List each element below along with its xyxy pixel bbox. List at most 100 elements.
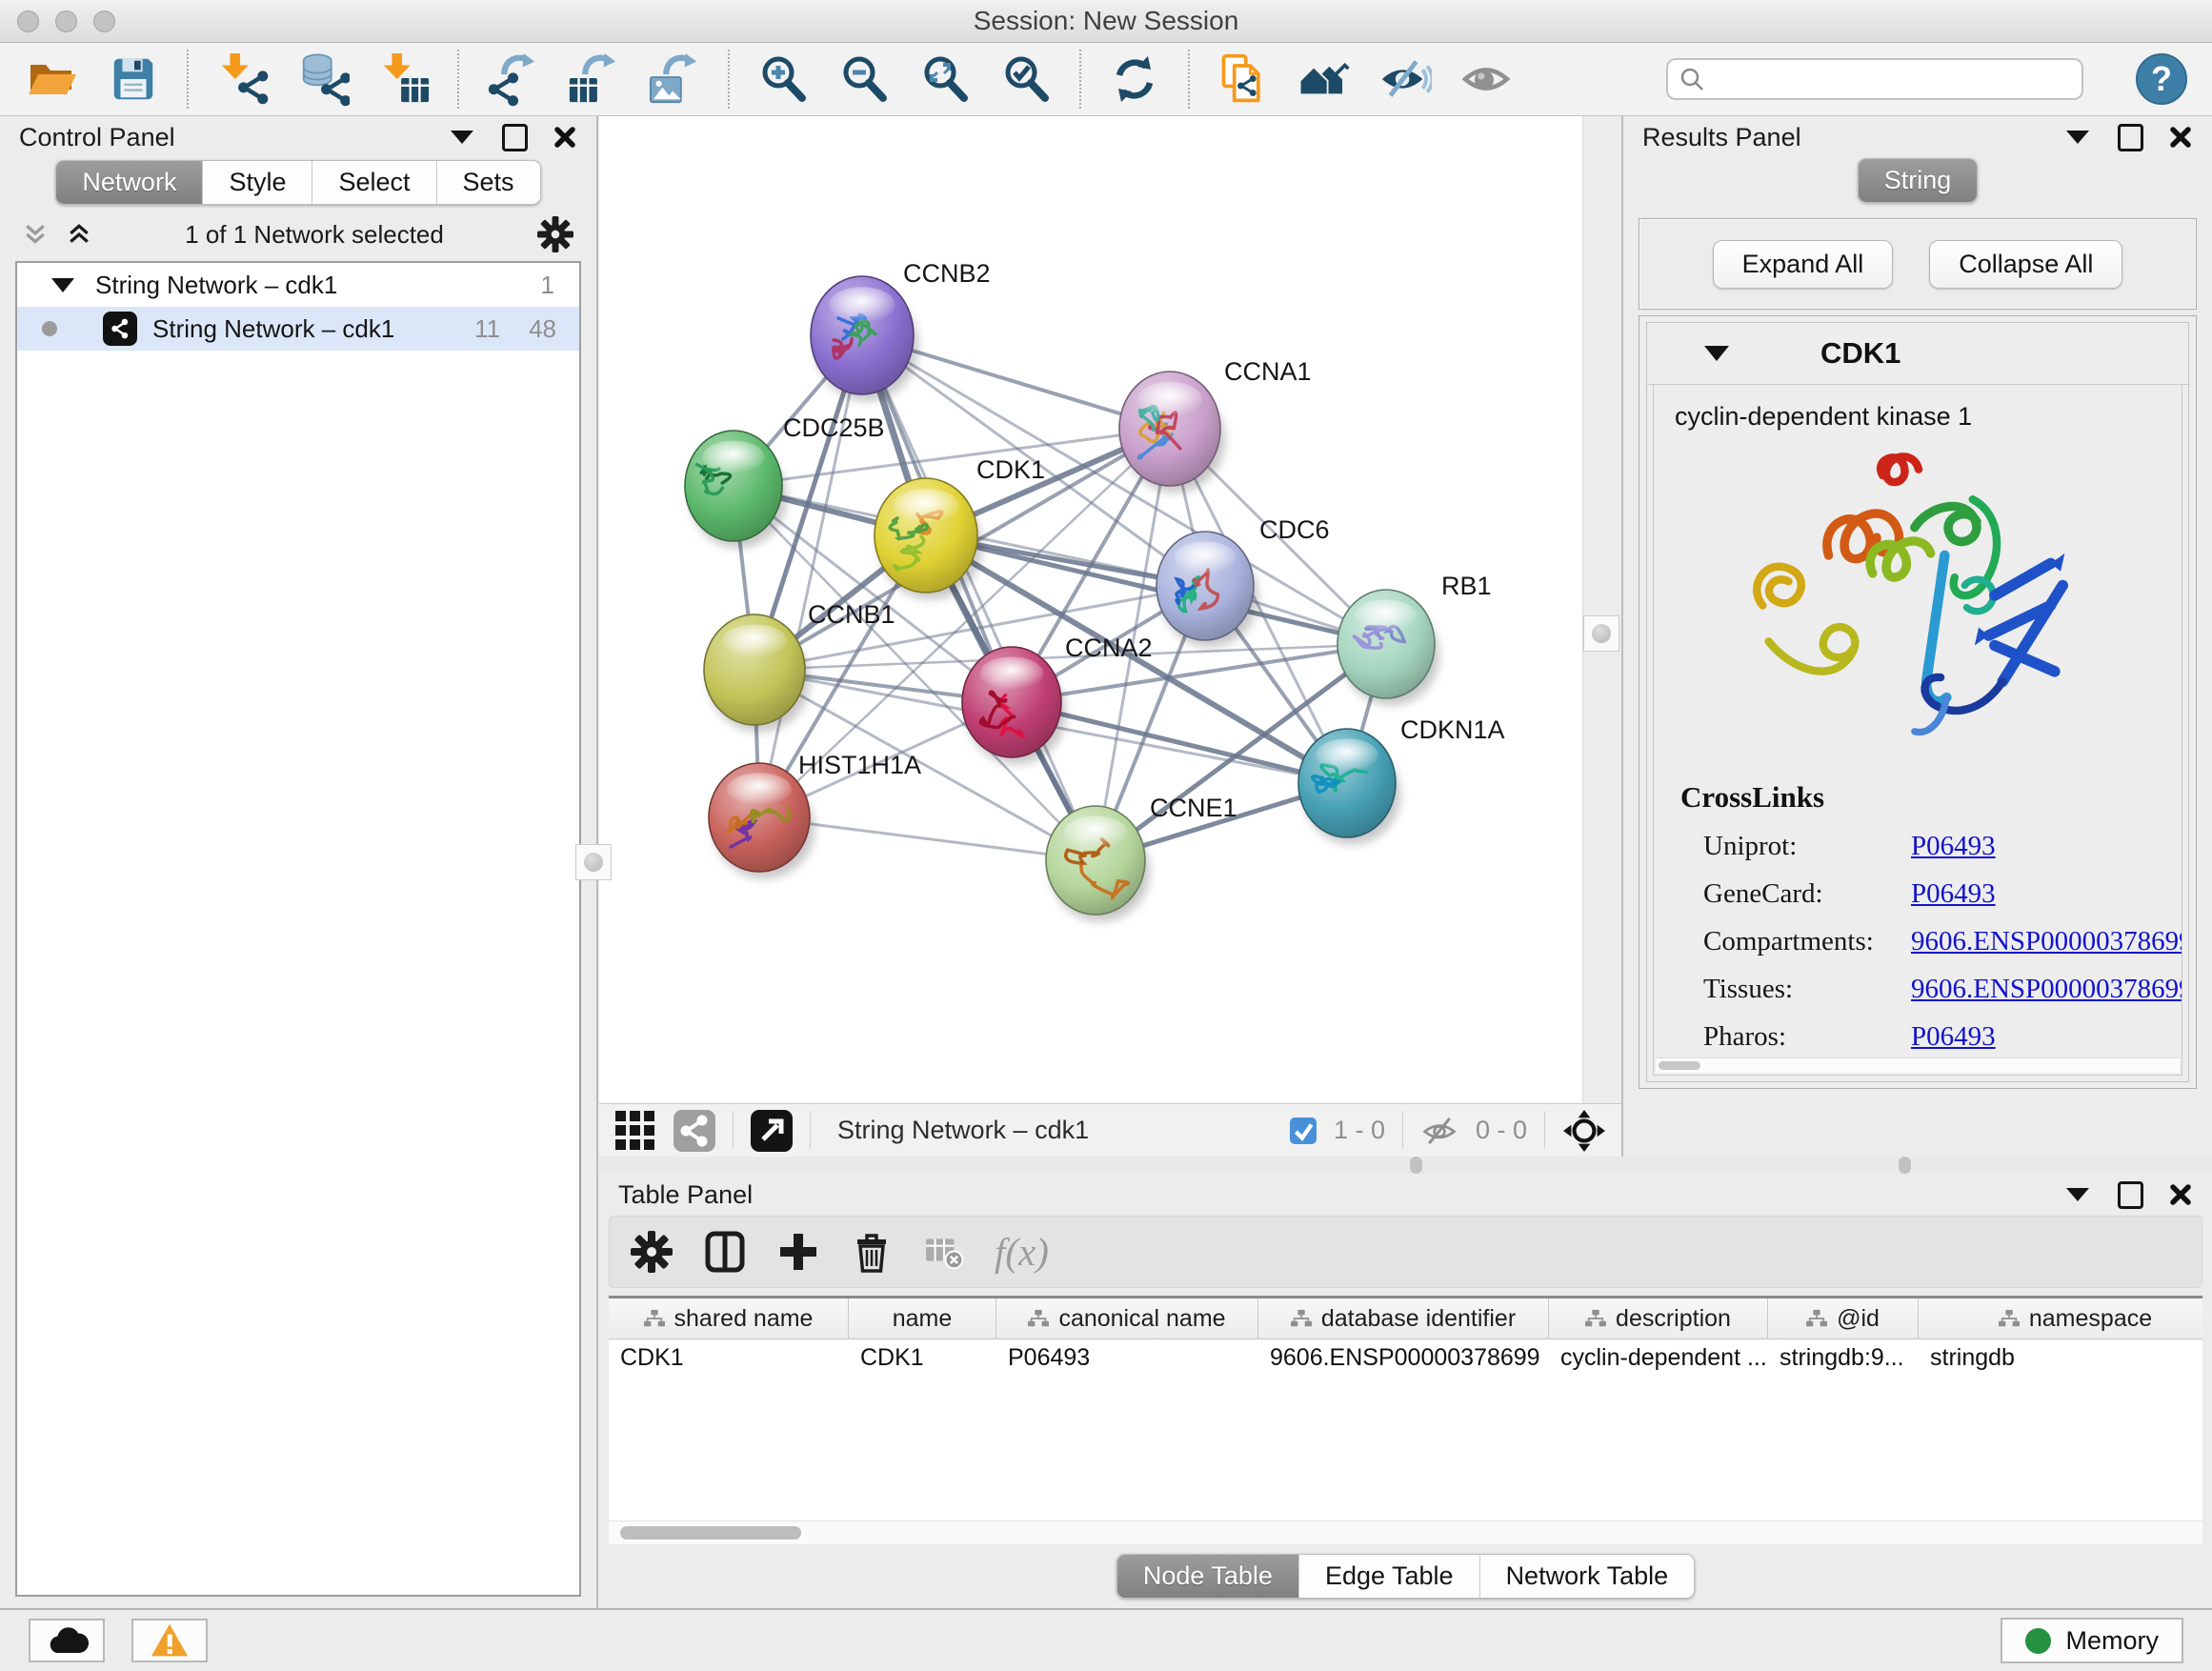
tab-string[interactable]: String [1859, 159, 1978, 202]
panel-float-icon[interactable] [2118, 124, 2143, 151]
create-column-icon[interactable] [777, 1231, 819, 1273]
expand-all-button[interactable]: Expand All [1713, 240, 1894, 289]
network-graph[interactable]: CCNB2CCNA1CDC25BCDK1CDC6RB1CCNB1CCNA2CDK… [599, 116, 1582, 1103]
network-options-gear-icon[interactable] [537, 216, 573, 252]
close-window-button[interactable] [17, 10, 39, 32]
crosslink-link[interactable]: P06493 [1911, 831, 1996, 862]
node-CCNA1[interactable] [1119, 372, 1225, 493]
expand-all-networks-icon[interactable] [67, 223, 91, 246]
tab-node-table[interactable]: Node Table [1117, 1555, 1299, 1598]
column-header-name[interactable]: name [849, 1299, 996, 1339]
tab-edge-table[interactable]: Edge Table [1299, 1555, 1480, 1598]
panel-float-icon[interactable] [2118, 1181, 2143, 1209]
fit-content-crosshair-icon[interactable] [1562, 1109, 1606, 1153]
zoom-selected-icon[interactable] [998, 51, 1054, 107]
results-scrollbar[interactable] [1656, 1057, 2180, 1073]
crosslink-link[interactable]: P06493 [1911, 878, 1996, 910]
node-CCNB2[interactable] [811, 276, 918, 401]
horizontal-splitter[interactable] [599, 1157, 2212, 1174]
automation-status-button[interactable] [29, 1619, 105, 1662]
table-cell[interactable]: 9606.ENSP00000378699 [1258, 1339, 1549, 1376]
right-divider-handle[interactable] [1583, 615, 1619, 652]
panel-float-icon[interactable] [502, 124, 528, 151]
edge-CCNB2-HIST1H1A[interactable] [759, 335, 862, 817]
panel-menu-icon[interactable] [451, 131, 473, 144]
node-CDK1[interactable] [875, 478, 982, 599]
panel-close-icon[interactable] [2168, 125, 2193, 150]
save-session-icon[interactable] [106, 51, 161, 107]
duplicate-network-icon[interactable] [1216, 51, 1271, 107]
node-CDKN1A[interactable] [1298, 729, 1400, 844]
zoom-window-button[interactable] [93, 10, 115, 32]
crosslink-link[interactable]: 9606.ENSP00000378699 [1911, 974, 2182, 1005]
tab-sets[interactable]: Sets [437, 161, 540, 204]
tab-style[interactable]: Style [203, 161, 312, 204]
column-header-description[interactable]: description [1549, 1299, 1768, 1339]
refresh-icon[interactable] [1107, 51, 1162, 107]
import-table-icon[interactable] [376, 51, 432, 107]
show-columns-icon[interactable] [703, 1230, 747, 1274]
collapse-all-button[interactable]: Collapse All [1929, 240, 2122, 289]
node-CCNE1[interactable] [1046, 806, 1150, 921]
left-divider-handle[interactable] [575, 844, 612, 880]
node-section-header[interactable]: CDK1 [1647, 323, 2188, 385]
warnings-button[interactable] [131, 1619, 208, 1662]
table-options-gear-icon[interactable] [631, 1231, 673, 1273]
node-CDC25B[interactable] [685, 431, 787, 548]
table-cell[interactable]: CDK1 [609, 1339, 849, 1376]
crosslink-link[interactable]: P06493 [1911, 1021, 1996, 1053]
table-cell[interactable]: CDK1 [849, 1339, 996, 1376]
table-row[interactable]: CDK1CDK1P064939606.ENSP00000378699cyclin… [609, 1339, 2202, 1376]
crosslink-link[interactable]: 9606.ENSP00000378699 [1911, 926, 2182, 957]
node-CCNB1[interactable] [704, 614, 810, 732]
open-session-icon[interactable] [25, 51, 80, 107]
panel-menu-icon[interactable] [2066, 131, 2089, 144]
network-view-canvas[interactable]: CCNB2CCNA1CDC25BCDK1CDC6RB1CCNB1CCNA2CDK… [599, 116, 1582, 1103]
table-cell[interactable]: stringdb [1919, 1339, 2202, 1376]
export-table-icon[interactable] [566, 51, 621, 107]
column-header-shared-name[interactable]: shared name [609, 1299, 849, 1339]
zoom-out-icon[interactable] [836, 51, 892, 107]
collapse-all-networks-icon[interactable] [23, 223, 48, 246]
zoom-fit-icon[interactable] [917, 51, 973, 107]
section-collapse-icon[interactable] [1704, 346, 1729, 361]
import-network-database-icon[interactable] [295, 51, 351, 107]
zoom-in-icon[interactable] [755, 51, 811, 107]
table-cell[interactable]: stringdb:9... [1768, 1339, 1919, 1376]
search-box[interactable] [1666, 58, 2083, 100]
export-network-icon[interactable] [485, 51, 540, 107]
node-RB1[interactable] [1337, 590, 1439, 705]
network-row[interactable]: String Network – cdk1 11 48 [17, 307, 579, 351]
collection-expand-icon[interactable] [51, 278, 74, 292]
memory-button[interactable]: Memory [2001, 1618, 2183, 1663]
column-header-database-identifier[interactable]: database identifier [1258, 1299, 1549, 1339]
column-header--id[interactable]: @id [1768, 1299, 1919, 1339]
selected-nodes-checkbox[interactable] [1290, 1117, 1317, 1144]
node-CCNA2[interactable] [962, 647, 1066, 764]
network-share-view-icon[interactable] [674, 1110, 715, 1152]
panel-close-icon[interactable] [2168, 1182, 2193, 1207]
tab-select[interactable]: Select [312, 161, 436, 204]
panel-menu-icon[interactable] [2066, 1188, 2089, 1201]
column-header-canonical-name[interactable]: canonical name [996, 1299, 1258, 1339]
export-image-icon[interactable] [647, 51, 702, 107]
birds-eye-view-icon[interactable] [614, 1110, 656, 1152]
open-in-new-window-icon[interactable] [751, 1110, 793, 1152]
table-horizontal-scrollbar[interactable] [609, 1520, 2202, 1544]
help-button[interactable]: ? [2136, 53, 2187, 105]
edge-CCNB2-CCNE1[interactable] [862, 335, 1096, 860]
delete-column-icon[interactable] [850, 1230, 894, 1274]
panel-close-icon[interactable] [553, 125, 577, 150]
column-header-namespace[interactable]: namespace [1919, 1299, 2202, 1339]
table-cell[interactable]: cyclin-dependent ... [1549, 1339, 1768, 1376]
search-input[interactable] [1714, 64, 2070, 95]
table-cell[interactable]: P06493 [996, 1339, 1258, 1376]
hide-selected-icon[interactable] [1377, 51, 1433, 107]
node-CDC6[interactable] [1156, 532, 1258, 647]
first-neighbors-icon[interactable] [1297, 51, 1352, 107]
import-network-file-icon[interactable] [214, 51, 270, 107]
network-collection-row[interactable]: String Network – cdk1 1 [17, 263, 579, 307]
tab-network[interactable]: Network [56, 161, 203, 204]
minimize-window-button[interactable] [55, 10, 77, 32]
tab-network-table[interactable]: Network Table [1480, 1555, 1695, 1598]
